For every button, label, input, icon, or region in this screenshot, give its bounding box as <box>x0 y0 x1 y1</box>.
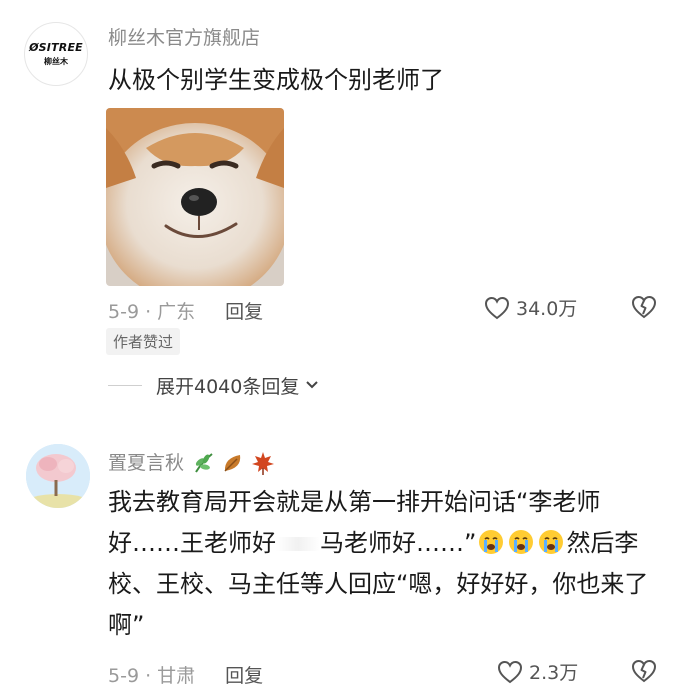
dislike-button[interactable] <box>630 658 658 688</box>
loudly-crying-emoji-icon <box>479 530 504 554</box>
brand-avatar[interactable]: ØSITREE 柳丝木 <box>24 22 88 86</box>
broken-heart-icon <box>631 295 657 319</box>
brand-logo-text: ØSITREE <box>29 41 83 54</box>
chevron-down-icon <box>305 378 319 394</box>
like-button[interactable]: 34.0万 <box>484 294 577 321</box>
maple-leaf-emoji-icon <box>252 452 275 475</box>
comment-text: 我去教育局开会就是从第一排开始问话“李老师好……王老师好 马老师好……” 然后李校、… <box>108 482 654 646</box>
shiba-dog-image[interactable] <box>106 108 284 286</box>
blank-gap <box>276 537 320 551</box>
author-liked-badge: 作者赞过 <box>106 328 181 355</box>
heart-icon <box>497 660 523 683</box>
comment-meta: 5-9 · 广东 回复 <box>108 297 263 324</box>
heart-icon <box>484 296 510 319</box>
username[interactable]: 置夏言秋 <box>108 450 276 476</box>
fallen-leaf-emoji-icon <box>224 455 241 472</box>
date-location: 5-9 · 广东 <box>108 301 196 323</box>
like-button[interactable]: 2.3万 <box>497 658 578 685</box>
date-location: 5-9 · 甘肃 <box>108 665 196 687</box>
like-count: 34.0万 <box>516 298 578 320</box>
expand-replies-label: 展开4040条回复 <box>156 376 300 398</box>
like-count: 2.3万 <box>529 662 579 684</box>
username[interactable]: 柳丝木官方旗舰店 <box>108 29 260 48</box>
divider-line <box>108 385 142 386</box>
user-avatar[interactable] <box>26 444 90 508</box>
comment-meta: 5-9 · 甘肃 回复 <box>108 661 263 688</box>
broken-heart-icon <box>631 659 657 683</box>
loudly-crying-emoji-icon <box>509 530 534 554</box>
loudly-crying-emoji-icon <box>539 530 564 554</box>
brand-logo-cn: 柳丝木 <box>44 57 68 66</box>
reply-button[interactable]: 回复 <box>225 661 263 688</box>
username-label: 置夏言秋 <box>108 451 185 474</box>
herb-emoji-icon <box>195 453 213 473</box>
reply-button[interactable]: 回复 <box>225 297 263 324</box>
comment-text-part2: 马老师好……” <box>320 529 477 557</box>
expand-replies[interactable]: 展开4040条回复 <box>108 372 319 399</box>
dislike-button[interactable] <box>630 294 658 324</box>
comment-text: 从极个别学生变成极个别老师了 <box>108 66 444 94</box>
